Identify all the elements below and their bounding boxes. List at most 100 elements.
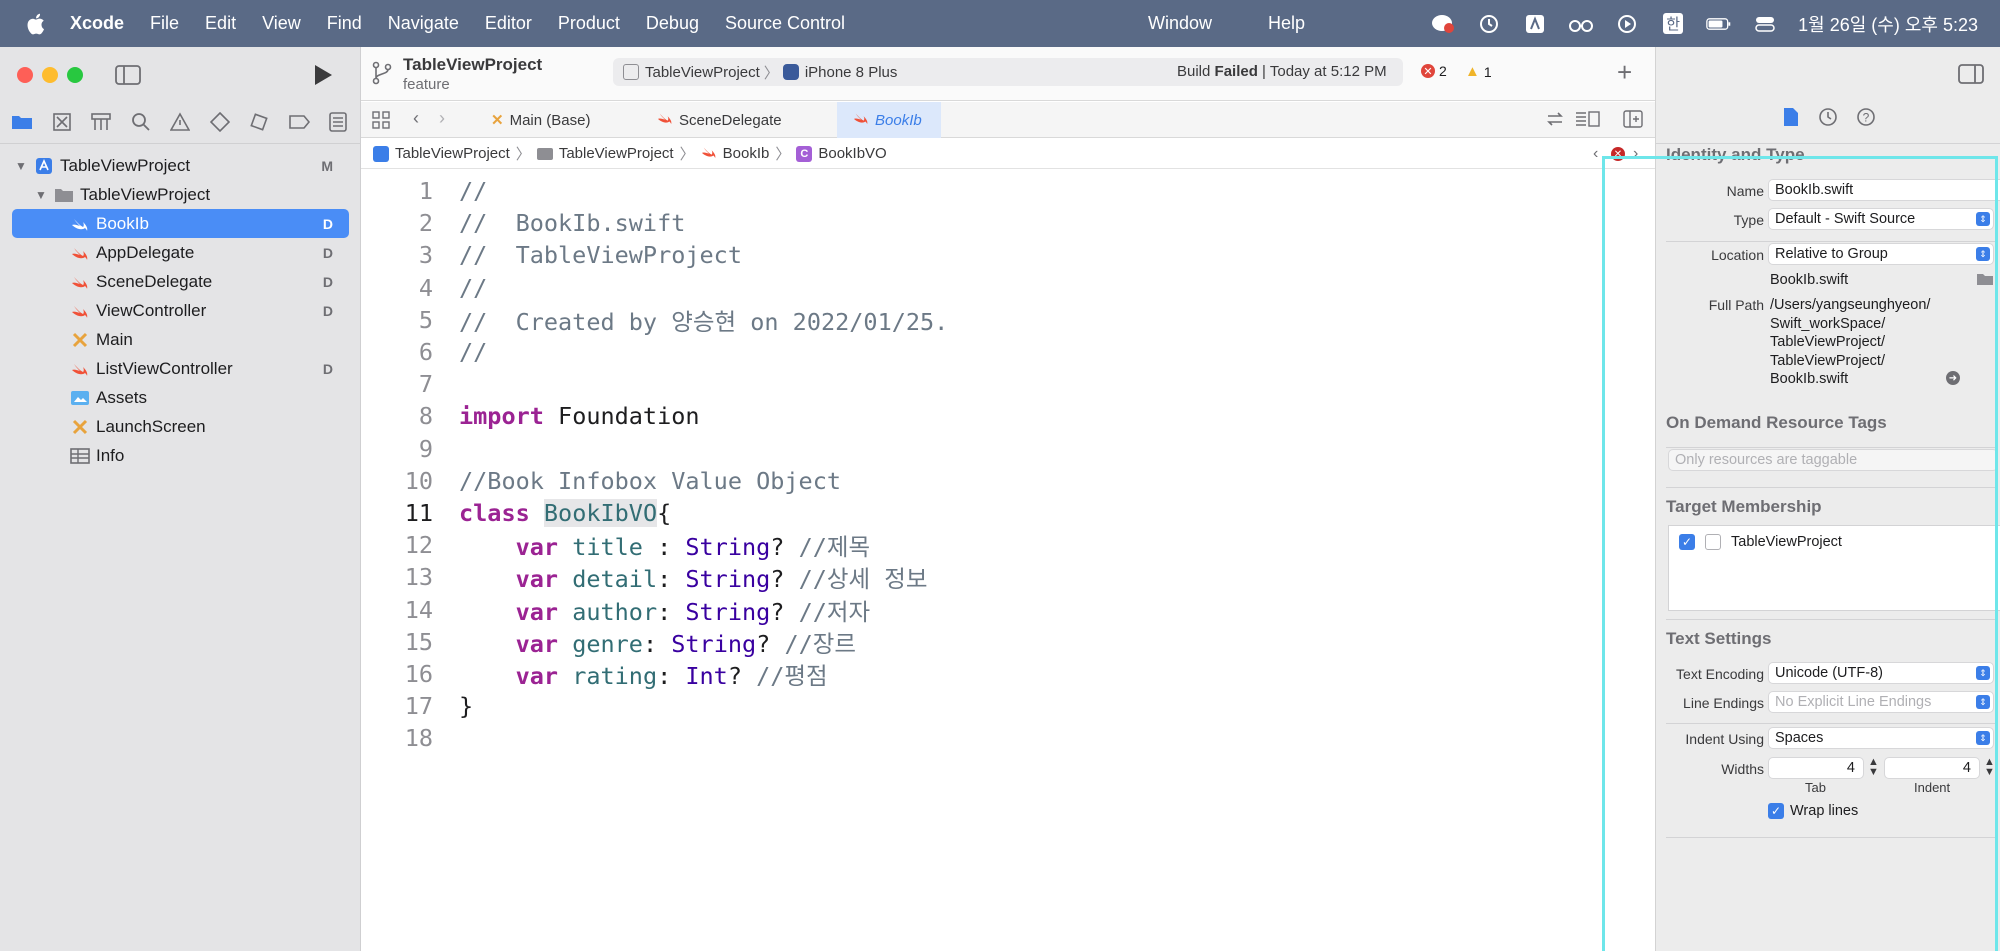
text-input-icon[interactable]: [1522, 13, 1548, 35]
plist-icon: [70, 447, 90, 465]
error-icon[interactable]: ✕: [1611, 147, 1625, 161]
code-line: 2 // BookIb.swift: [361, 207, 1655, 239]
scheme-selector[interactable]: TableViewProject: [623, 64, 760, 81]
file-inspector-icon[interactable]: [1782, 107, 1800, 137]
device-selector[interactable]: iPhone 8 Plus: [782, 64, 897, 81]
error-count[interactable]: ✕ 2: [1421, 63, 1447, 79]
menu-source-control[interactable]: Source Control: [725, 13, 845, 34]
line-endings-popup[interactable]: No Explicit Line Endings ⇕: [1768, 691, 1994, 713]
source-control-navigator-icon[interactable]: [50, 111, 74, 133]
type-popup[interactable]: Default - Swift Source ⇕: [1768, 208, 1994, 230]
editor-options-icon[interactable]: [1575, 110, 1601, 132]
menu-edit[interactable]: Edit: [205, 13, 236, 34]
back-icon[interactable]: ‹: [413, 108, 419, 129]
tab-bookib[interactable]: BookIb: [837, 102, 941, 138]
tree-item-scenedelegate[interactable]: SceneDelegate D: [0, 267, 361, 296]
menu-editor[interactable]: Editor: [485, 13, 532, 34]
menu-view[interactable]: View: [262, 13, 301, 34]
test-navigator-icon[interactable]: [208, 111, 232, 133]
menu-help[interactable]: Help: [1268, 13, 1305, 34]
tree-item-bookib[interactable]: BookIb D: [12, 209, 349, 238]
code-line: 18: [361, 722, 1655, 754]
tree-item-launchscreen[interactable]: LaunchScreen: [0, 412, 361, 441]
menu-debug[interactable]: Debug: [646, 13, 699, 34]
issue-navigator-icon[interactable]: [168, 111, 192, 133]
swap-icon[interactable]: [1545, 110, 1565, 132]
chevron-down-icon[interactable]: ▼: [34, 188, 48, 202]
tab-scenedelegate[interactable]: SceneDelegate: [647, 102, 792, 138]
wrap-lines-checkbox[interactable]: ✓: [1768, 803, 1784, 819]
symbol-navigator-icon[interactable]: [89, 111, 113, 133]
indent-width-field[interactable]: 4: [1884, 757, 1980, 779]
grid-icon[interactable]: [371, 110, 391, 134]
indent-width-stepper[interactable]: ▲ ▼: [1984, 757, 1995, 778]
tree-item-listviewcontroller[interactable]: ListViewController D: [0, 354, 361, 383]
chevron-right-icon[interactable]: ›: [1633, 145, 1638, 163]
tree-item-info[interactable]: Info: [0, 441, 361, 470]
branch-name[interactable]: feature: [403, 76, 450, 93]
app-menu[interactable]: Xcode: [70, 13, 124, 34]
tab-width-field[interactable]: 4: [1768, 757, 1864, 779]
search-icon[interactable]: [129, 111, 153, 133]
apple-menu-icon[interactable]: [26, 12, 48, 36]
add-button[interactable]: +: [1617, 57, 1632, 88]
add-editor-icon[interactable]: [1623, 110, 1643, 132]
folder-icon[interactable]: [1976, 272, 1994, 291]
menu-navigate[interactable]: Navigate: [388, 13, 459, 34]
help-icon[interactable]: ?: [1856, 107, 1876, 137]
chevron-left-icon[interactable]: ‹: [1593, 145, 1598, 163]
close-window-button[interactable]: [17, 67, 33, 83]
play-circle-icon[interactable]: [1614, 13, 1640, 35]
debug-navigator-icon[interactable]: [247, 111, 271, 133]
zoom-window-button[interactable]: [67, 67, 83, 83]
breadcrumb-item[interactable]: BookIb: [701, 145, 769, 163]
target-row[interactable]: ✓ TableViewProject: [1679, 534, 1842, 550]
history-icon[interactable]: [1818, 107, 1838, 137]
breadcrumb-item[interactable]: TableViewProject: [373, 145, 510, 162]
line-number: 18: [404, 724, 433, 753]
location-popup[interactable]: Relative to Group ⇕: [1768, 243, 1994, 265]
breadcrumb-item[interactable]: C BookIbVO: [796, 145, 887, 162]
code-text: var genre: String? //장르: [515, 629, 856, 658]
menu-window[interactable]: Window: [1148, 13, 1212, 34]
text-encoding-popup[interactable]: Unicode (UTF-8) ⇕: [1768, 662, 1994, 684]
minimize-window-button[interactable]: [42, 67, 58, 83]
divider: [0, 143, 361, 144]
tree-item-appdelegate[interactable]: AppDelegate D: [0, 238, 361, 267]
input-method-icon[interactable]: 한: [1660, 13, 1686, 35]
code-text: import Foundation: [459, 402, 700, 431]
indent-using-popup[interactable]: Spaces ⇕: [1768, 727, 1994, 749]
tree-item-main[interactable]: Main: [0, 325, 361, 354]
target-checkbox[interactable]: ✓: [1679, 534, 1695, 550]
menu-clock[interactable]: 1월 26일 (수) 오후 5:23: [1798, 11, 1978, 37]
sidebar-toggle-icon[interactable]: [115, 64, 141, 91]
breakpoint-navigator-icon[interactable]: [287, 111, 311, 133]
reveal-in-finder-icon[interactable]: ➜: [1946, 371, 1960, 385]
messenger-status-icon[interactable]: [1430, 13, 1456, 35]
folder-icon[interactable]: [10, 111, 34, 133]
battery-icon[interactable]: [1706, 13, 1732, 35]
tab-width-stepper[interactable]: ▲ ▼: [1868, 757, 1879, 778]
report-navigator-icon[interactable]: [326, 111, 350, 133]
menu-product[interactable]: Product: [558, 13, 620, 34]
forward-icon[interactable]: ›: [439, 108, 445, 129]
time-machine-icon[interactable]: [1476, 13, 1502, 35]
code-area[interactable]: 1 // 2 // BookIb.swift 3 // TableViewProjec…: [361, 175, 1655, 754]
warning-count[interactable]: ▲ 1: [1465, 63, 1492, 80]
menu-find[interactable]: Find: [327, 13, 362, 34]
tree-item-viewcontroller[interactable]: ViewController D: [0, 296, 361, 325]
glasses-icon[interactable]: [1568, 13, 1594, 35]
tree-item-assets[interactable]: Assets: [0, 383, 361, 412]
run-button[interactable]: [312, 63, 334, 92]
breadcrumb-item[interactable]: TableViewProject: [536, 145, 674, 162]
control-center-icon[interactable]: [1752, 13, 1778, 35]
chevron-down-icon[interactable]: ▼: [14, 159, 28, 173]
name-field[interactable]: BookIb.swift: [1768, 179, 2000, 201]
branch-icon[interactable]: [371, 61, 393, 90]
tree-item-group[interactable]: ▼ TableViewProject: [0, 180, 361, 209]
tree-item-project[interactable]: ▼ TableViewProject M: [0, 151, 361, 180]
menu-file[interactable]: File: [150, 13, 179, 34]
wrap-lines-row[interactable]: ✓ Wrap lines: [1768, 803, 1858, 819]
tab-main-base[interactable]: ✕ Main (Base): [481, 102, 600, 138]
inspector-toggle-icon[interactable]: [1958, 63, 1984, 90]
